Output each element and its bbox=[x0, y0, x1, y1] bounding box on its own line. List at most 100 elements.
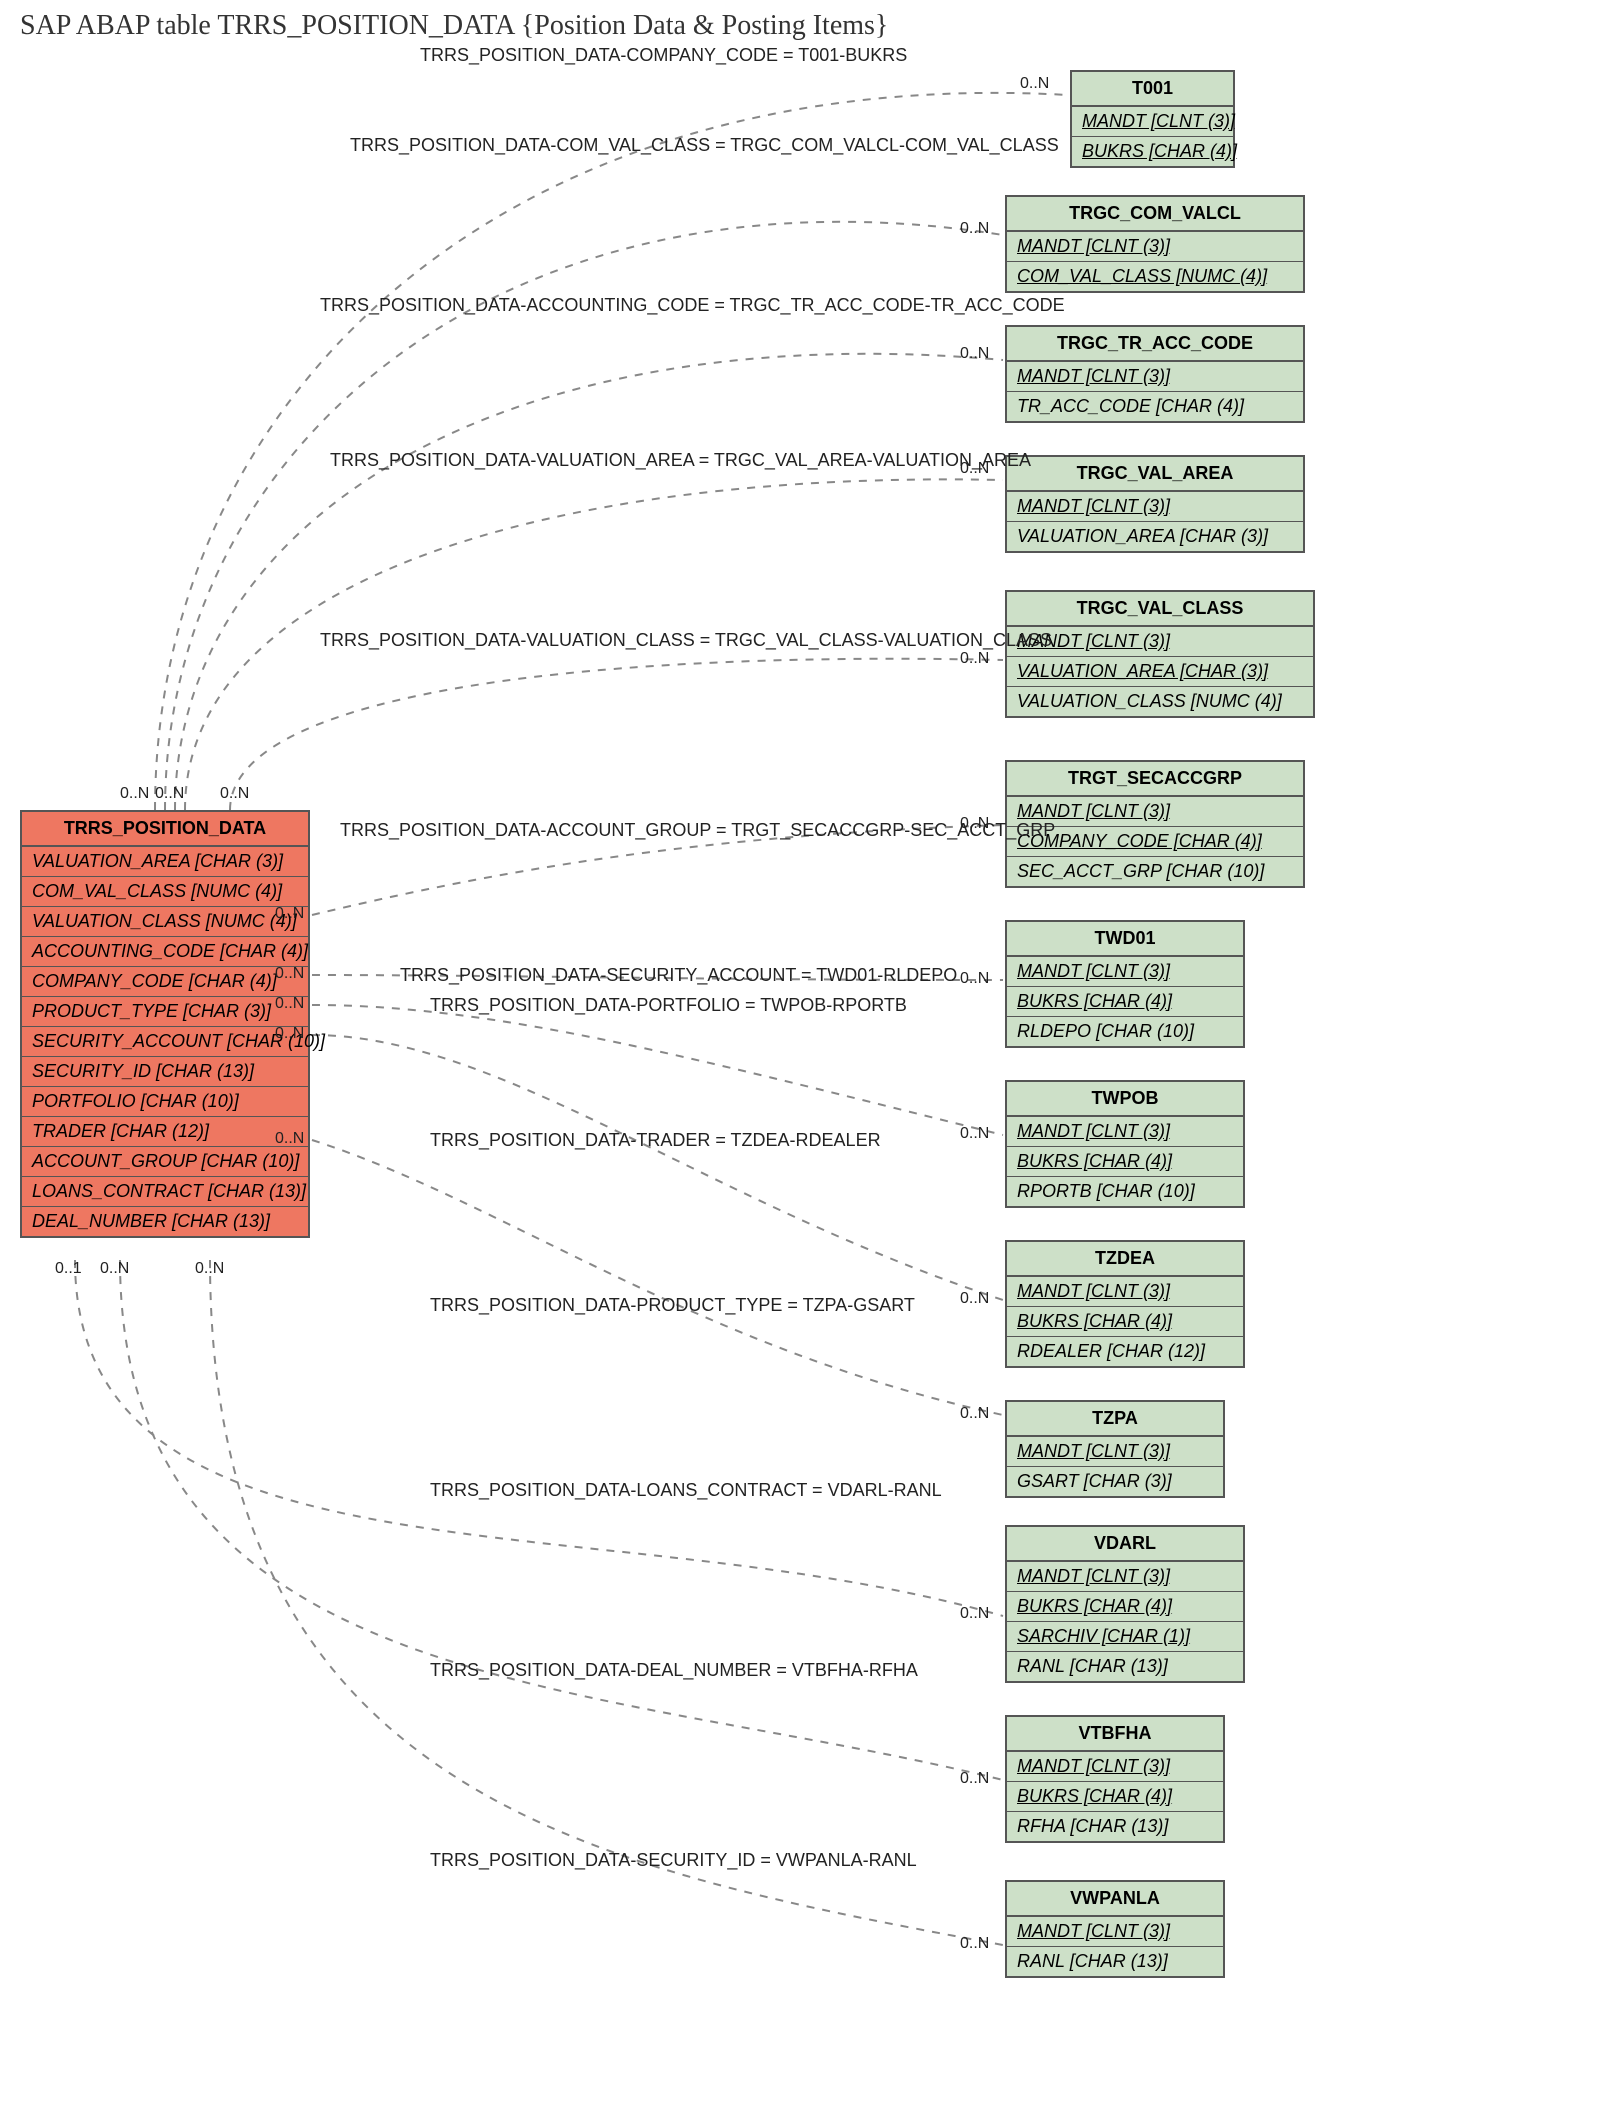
cardinality-label: 0..N bbox=[960, 220, 989, 238]
entity-field: RPORTB [CHAR (10)] bbox=[1007, 1177, 1243, 1206]
entity-tzpa: TZPAMANDT [CLNT (3)]GSART [CHAR (3)] bbox=[1005, 1400, 1225, 1498]
relation-label: TRRS_POSITION_DATA-PORTFOLIO = TWPOB-RPO… bbox=[430, 995, 907, 1016]
entity-field: RANL [CHAR (13)] bbox=[1007, 1947, 1223, 1976]
connector-line bbox=[230, 659, 1003, 810]
relation-label: TRRS_POSITION_DATA-COMPANY_CODE = T001-B… bbox=[420, 45, 907, 66]
cardinality-label: 0..N bbox=[960, 970, 989, 988]
diagram-title: SAP ABAP table TRRS_POSITION_DATA {Posit… bbox=[20, 10, 888, 42]
cardinality-label: 0..N bbox=[275, 905, 304, 923]
cardinality-label: 0..N bbox=[960, 460, 989, 478]
entity-header: TWPOB bbox=[1007, 1082, 1243, 1117]
entity-header: T001 bbox=[1072, 72, 1233, 107]
entity-field: BUKRS [CHAR (4)] bbox=[1007, 1782, 1223, 1812]
entity-header: TZDEA bbox=[1007, 1242, 1243, 1277]
connector-line bbox=[210, 1260, 1003, 1945]
connector-line bbox=[120, 1260, 1003, 1780]
relation-label: TRRS_POSITION_DATA-ACCOUNTING_CODE = TRG… bbox=[320, 295, 1065, 316]
entity-field: BUKRS [CHAR (4)] bbox=[1007, 987, 1243, 1017]
entity-field: MANDT [CLNT (3)] bbox=[1007, 1752, 1223, 1782]
entity-field: PRODUCT_TYPE [CHAR (3)] bbox=[22, 997, 308, 1027]
cardinality-label: 0..N bbox=[960, 1125, 989, 1143]
entity-header: TRGC_COM_VALCL bbox=[1007, 197, 1303, 232]
cardinality-label: 0..N bbox=[960, 1405, 989, 1423]
cardinality-label: 0..N bbox=[960, 1935, 989, 1953]
cardinality-label: 0..N bbox=[275, 1130, 304, 1148]
entity-field: MANDT [CLNT (3)] bbox=[1007, 957, 1243, 987]
entity-trgc_val_class: TRGC_VAL_CLASSMANDT [CLNT (3)]VALUATION_… bbox=[1005, 590, 1315, 718]
entity-header: VDARL bbox=[1007, 1527, 1243, 1562]
connector-line bbox=[312, 1035, 1003, 1300]
cardinality-label: 0..N bbox=[960, 1605, 989, 1623]
entity-header: TZPA bbox=[1007, 1402, 1223, 1437]
entity-field: PORTFOLIO [CHAR (10)] bbox=[22, 1087, 308, 1117]
cardinality-label: 0..N bbox=[275, 1025, 304, 1043]
entity-field: COM_VAL_CLASS [NUMC (4)] bbox=[22, 877, 308, 907]
relation-label: TRRS_POSITION_DATA-VALUATION_CLASS = TRG… bbox=[320, 630, 1052, 651]
entity-vtbfha: VTBFHAMANDT [CLNT (3)]BUKRS [CHAR (4)]RF… bbox=[1005, 1715, 1225, 1843]
entity-field: ACCOUNTING_CODE [CHAR (4)] bbox=[22, 937, 308, 967]
cardinality-label: 0..N bbox=[960, 1290, 989, 1308]
entity-field: BUKRS [CHAR (4)] bbox=[1007, 1592, 1243, 1622]
entity-header: TRGT_SECACCGRP bbox=[1007, 762, 1303, 797]
entity-header: TRRS_POSITION_DATA bbox=[22, 812, 308, 847]
entity-field: MANDT [CLNT (3)] bbox=[1007, 1277, 1243, 1307]
entity-trgc_val_area: TRGC_VAL_AREAMANDT [CLNT (3)]VALUATION_A… bbox=[1005, 455, 1305, 553]
entity-field: VALUATION_AREA [CHAR (3)] bbox=[22, 847, 308, 877]
entity-field: SEC_ACCT_GRP [CHAR (10)] bbox=[1007, 857, 1303, 886]
entity-field: BUKRS [CHAR (4)] bbox=[1007, 1307, 1243, 1337]
entity-trgc_com_valcl: TRGC_COM_VALCLMANDT [CLNT (3)]COM_VAL_CL… bbox=[1005, 195, 1305, 293]
entity-field: TRADER [CHAR (12)] bbox=[22, 1117, 308, 1147]
entity-field: BUKRS [CHAR (4)] bbox=[1007, 1147, 1243, 1177]
relation-label: TRRS_POSITION_DATA-LOANS_CONTRACT = VDAR… bbox=[430, 1480, 942, 1501]
cardinality-label: 0..N bbox=[275, 965, 304, 983]
entity-field: MANDT [CLNT (3)] bbox=[1007, 232, 1303, 262]
entity-header: TRGC_VAL_AREA bbox=[1007, 457, 1303, 492]
relation-label: TRRS_POSITION_DATA-ACCOUNT_GROUP = TRGT_… bbox=[340, 820, 1055, 841]
entity-field: SECURITY_ACCOUNT [CHAR (10)] bbox=[22, 1027, 308, 1057]
entity-field: MANDT [CLNT (3)] bbox=[1072, 107, 1233, 137]
entity-header: VWPANLA bbox=[1007, 1882, 1223, 1917]
entity-tzdea: TZDEAMANDT [CLNT (3)]BUKRS [CHAR (4)]RDE… bbox=[1005, 1240, 1245, 1368]
cardinality-label: 0..N bbox=[960, 815, 989, 833]
entity-field: DEAL_NUMBER [CHAR (13)] bbox=[22, 1207, 308, 1236]
entity-field: COM_VAL_CLASS [NUMC (4)] bbox=[1007, 262, 1303, 291]
entity-field: GSART [CHAR (3)] bbox=[1007, 1467, 1223, 1496]
entity-field: COMPANY_CODE [CHAR (4)] bbox=[22, 967, 308, 997]
entity-field: RLDEPO [CHAR (10)] bbox=[1007, 1017, 1243, 1046]
entity-trgc_tr_acc_code: TRGC_TR_ACC_CODEMANDT [CLNT (3)]TR_ACC_C… bbox=[1005, 325, 1305, 423]
connector-line bbox=[312, 1140, 1003, 1415]
connector-line bbox=[175, 354, 1003, 810]
cardinality-label: 0..N bbox=[275, 995, 304, 1013]
entity-field: ACCOUNT_GROUP [CHAR (10)] bbox=[22, 1147, 308, 1177]
entity-field: VALUATION_AREA [CHAR (3)] bbox=[1007, 657, 1313, 687]
relation-label: TRRS_POSITION_DATA-SECURITY_ACCOUNT = TW… bbox=[400, 965, 957, 986]
entity-field: VALUATION_AREA [CHAR (3)] bbox=[1007, 522, 1303, 551]
cardinality-label: 0..N bbox=[220, 785, 249, 803]
entity-field: MANDT [CLNT (3)] bbox=[1007, 1117, 1243, 1147]
entity-field: MANDT [CLNT (3)] bbox=[1007, 1437, 1223, 1467]
cardinality-label: 0..1 bbox=[55, 1260, 82, 1278]
entity-field: RDEALER [CHAR (12)] bbox=[1007, 1337, 1243, 1366]
cardinality-label: 0..N bbox=[960, 345, 989, 363]
relation-label: TRRS_POSITION_DATA-DEAL_NUMBER = VTBFHA-… bbox=[430, 1660, 918, 1681]
entity-field: MANDT [CLNT (3)] bbox=[1007, 627, 1313, 657]
cardinality-label: 0..N bbox=[1020, 75, 1049, 93]
relation-label: TRRS_POSITION_DATA-VALUATION_AREA = TRGC… bbox=[330, 450, 1031, 471]
cardinality-label: 0..N bbox=[960, 1770, 989, 1788]
entity-field: BUKRS [CHAR (4)] bbox=[1072, 137, 1233, 166]
entity-vwpanla: VWPANLAMANDT [CLNT (3)]RANL [CHAR (13)] bbox=[1005, 1880, 1225, 1978]
entity-t001: T001MANDT [CLNT (3)]BUKRS [CHAR (4)] bbox=[1070, 70, 1235, 168]
entity-field: VALUATION_CLASS [NUMC (4)] bbox=[22, 907, 308, 937]
connector-line bbox=[312, 1005, 1003, 1135]
relation-label: TRRS_POSITION_DATA-SECURITY_ID = VWPANLA… bbox=[430, 1850, 917, 1871]
relation-label: TRRS_POSITION_DATA-PRODUCT_TYPE = TZPA-G… bbox=[430, 1295, 915, 1316]
entity-field: TR_ACC_CODE [CHAR (4)] bbox=[1007, 392, 1303, 421]
entity-field: MANDT [CLNT (3)] bbox=[1007, 1562, 1243, 1592]
cardinality-label: 0..N bbox=[100, 1260, 129, 1278]
entity-header: TRGC_TR_ACC_CODE bbox=[1007, 327, 1303, 362]
entity-twpob: TWPOBMANDT [CLNT (3)]BUKRS [CHAR (4)]RPO… bbox=[1005, 1080, 1245, 1208]
cardinality-label: 0..N bbox=[960, 650, 989, 668]
entity-header: TRGC_VAL_CLASS bbox=[1007, 592, 1313, 627]
entity-field: SECURITY_ID [CHAR (13)] bbox=[22, 1057, 308, 1087]
entity-field: RANL [CHAR (13)] bbox=[1007, 1652, 1243, 1681]
